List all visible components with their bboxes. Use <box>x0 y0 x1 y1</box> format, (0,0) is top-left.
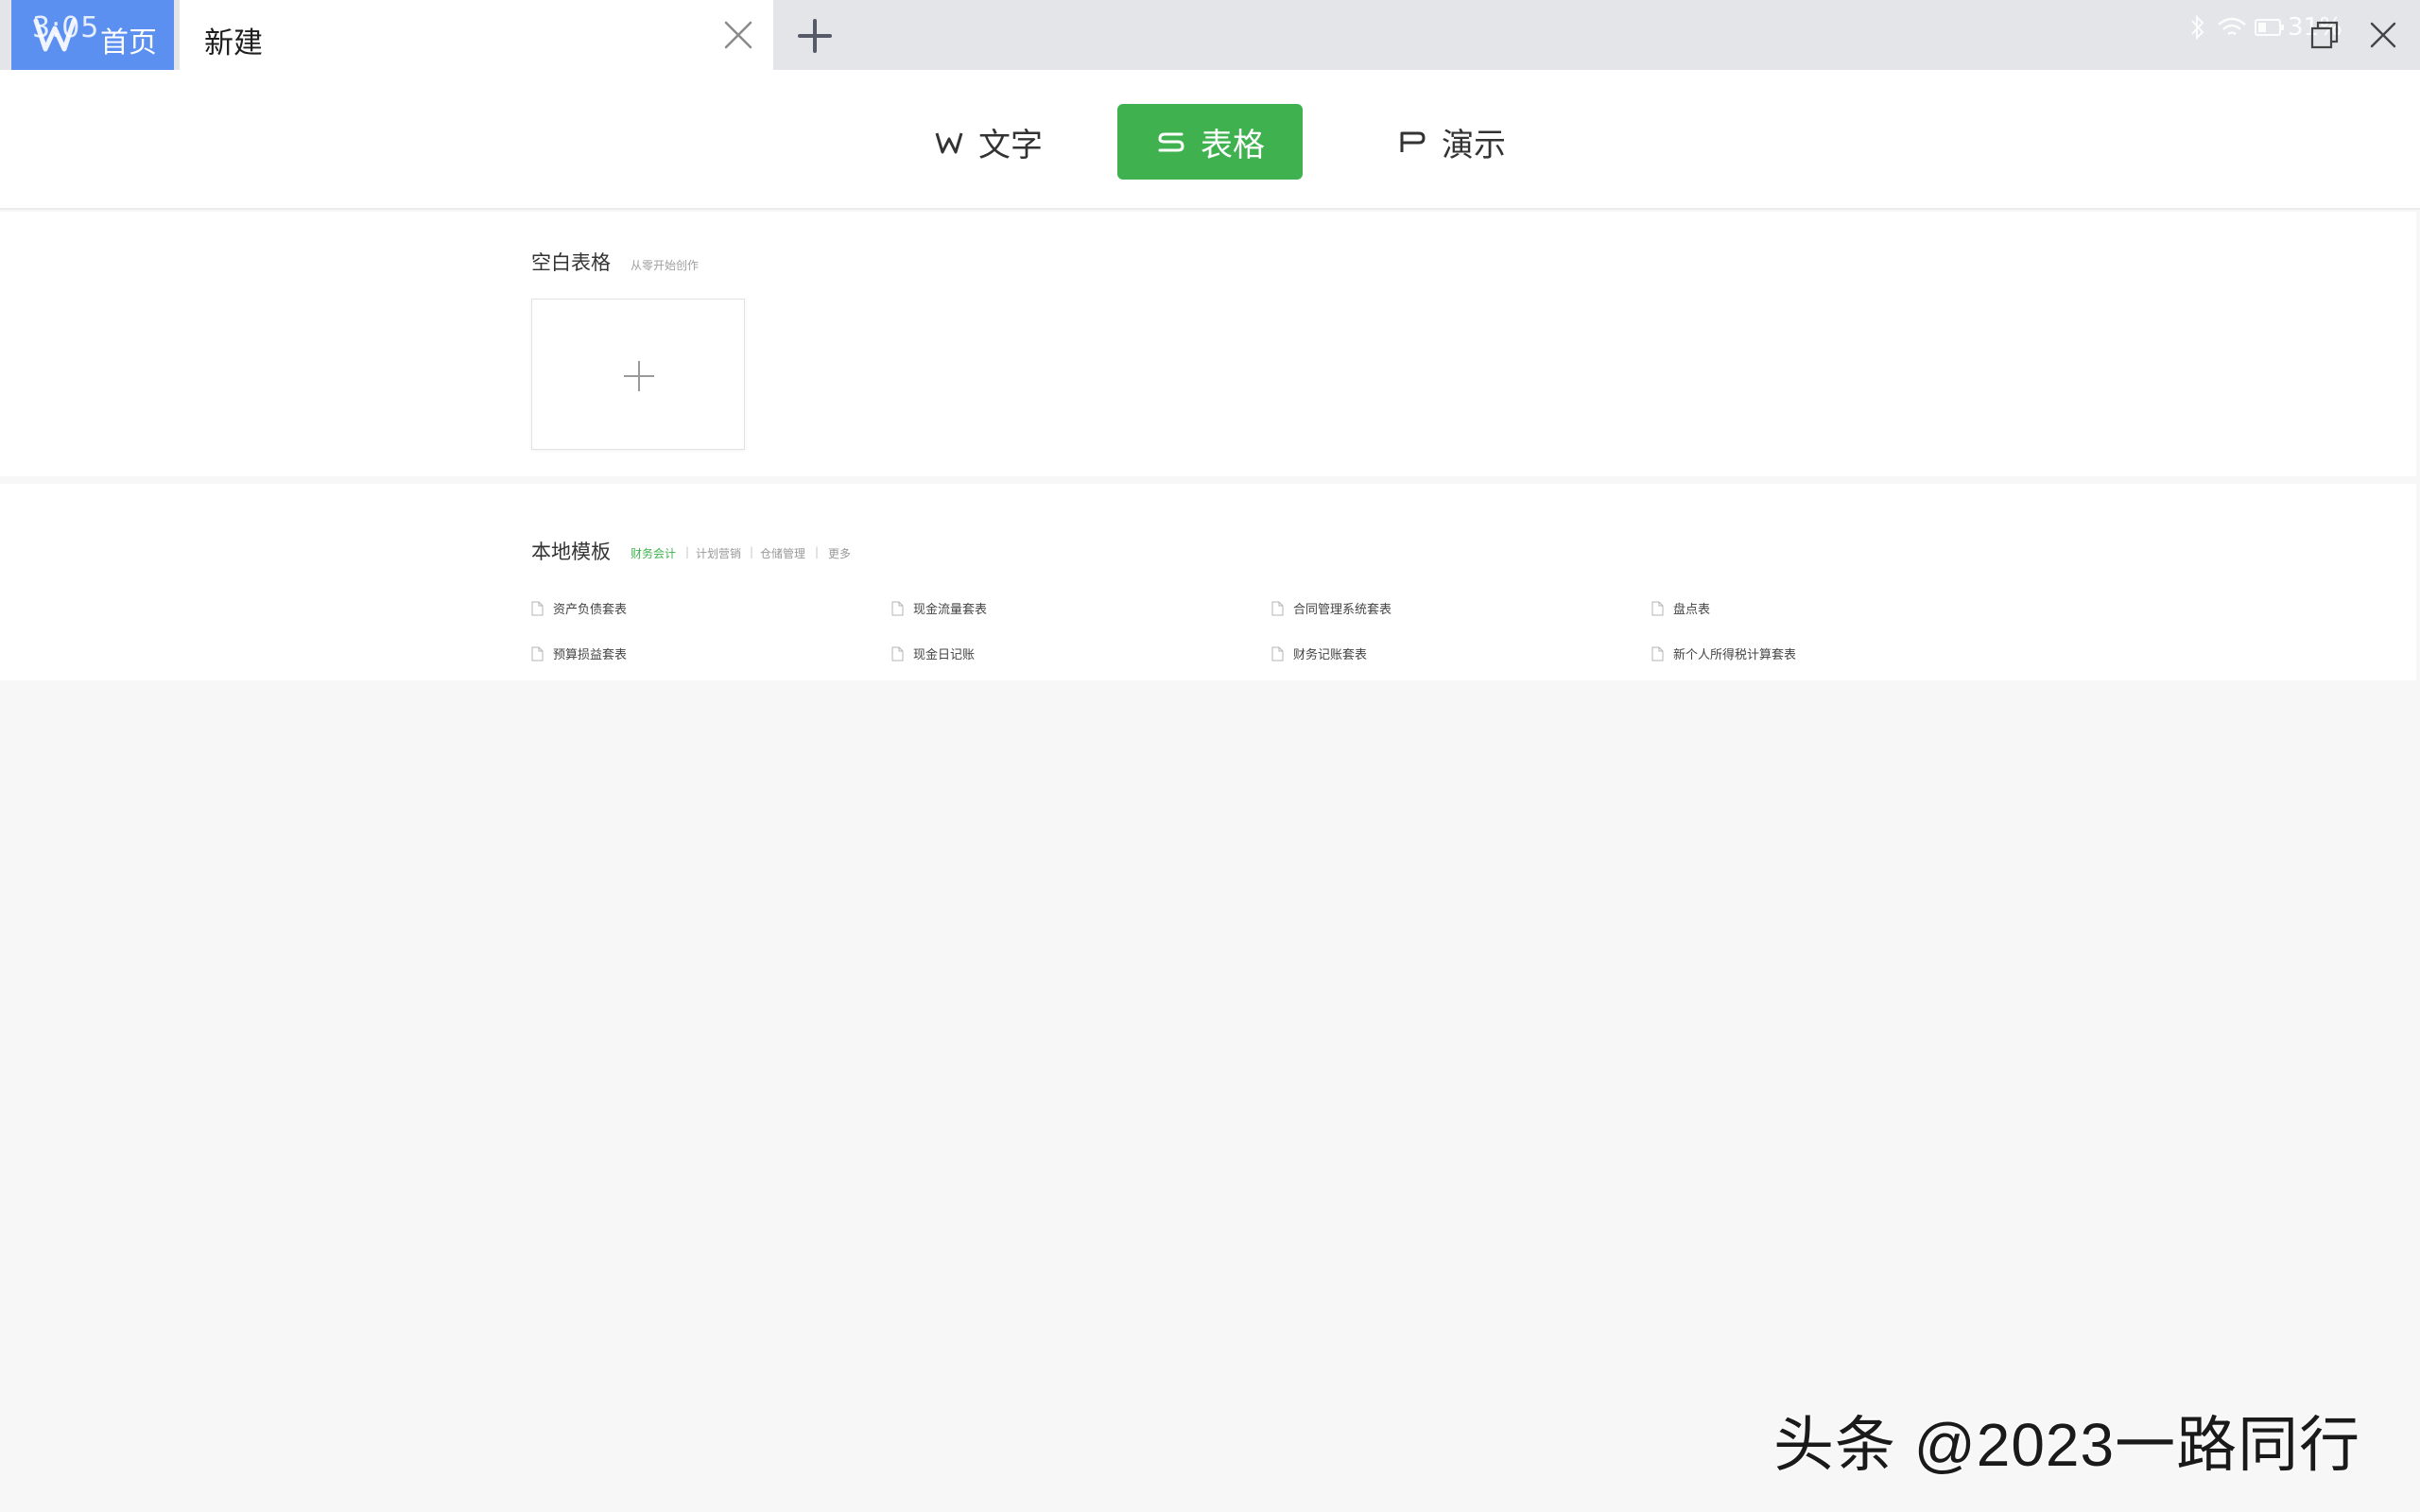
category-separator: | <box>815 545 820 558</box>
battery-icon <box>2255 19 2284 36</box>
bluetooth-icon <box>2191 14 2204 41</box>
file-icon <box>531 601 544 615</box>
app-root: 3:05 首页 新建 31% 文字 表格 演示 空白表格 从零开始创作 本地模板… <box>0 0 2420 1512</box>
blank-section-title: 空白表格 <box>531 251 611 274</box>
templates-section: 本地模板 财务会计 | 计划营销 | 仓储管理 | 更多 资产负债套表 现金流量… <box>0 484 2416 680</box>
close-tab-icon[interactable] <box>720 17 756 53</box>
template-item[interactable]: 新个人所得税计算套表 <box>1651 644 1796 662</box>
file-icon <box>531 646 544 661</box>
doc-type-spreadsheet[interactable]: 表格 <box>1117 104 1303 180</box>
doc-type-writer[interactable]: 文字 <box>908 104 1068 180</box>
template-item[interactable]: 现金流量套表 <box>891 599 987 617</box>
doc-type-presentation-label: 演示 <box>1442 126 1506 164</box>
tab-bar: 3:05 首页 新建 31% <box>0 0 2420 70</box>
blank-section-subtitle: 从零开始创作 <box>631 259 700 272</box>
doc-type-spreadsheet-label: 表格 <box>1201 126 1265 164</box>
doc-type-writer-label: 文字 <box>978 126 1043 164</box>
template-item-label: 预算损益套表 <box>553 648 628 662</box>
template-item-label: 盘点表 <box>1673 603 1711 617</box>
file-icon <box>1651 646 1664 661</box>
template-item[interactable]: 合同管理系统套表 <box>1271 599 1392 617</box>
template-item[interactable]: 资产负债套表 <box>531 599 627 617</box>
file-icon <box>891 601 904 615</box>
file-icon <box>1271 601 1284 615</box>
add-tab-icon[interactable] <box>794 15 836 57</box>
file-icon <box>891 646 904 661</box>
category-finance[interactable]: 财务会计 <box>631 545 676 561</box>
template-item[interactable]: 财务记账套表 <box>1271 644 1367 662</box>
template-item[interactable]: 预算损益套表 <box>531 644 627 662</box>
restore-window-icon[interactable] <box>2308 19 2341 51</box>
file-icon <box>1271 646 1284 661</box>
template-item[interactable]: 盘点表 <box>1651 599 1710 617</box>
template-item-label: 合同管理系统套表 <box>1293 603 1392 617</box>
wifi-icon <box>2218 17 2246 36</box>
doc-type-presentation[interactable]: 演示 <box>1371 104 1531 180</box>
file-icon <box>1651 601 1664 615</box>
templates-section-title: 本地模板 <box>531 541 611 563</box>
template-item-label: 新个人所得税计算套表 <box>1673 648 1797 662</box>
template-item-label: 现金流量套表 <box>913 603 988 617</box>
category-warehouse[interactable]: 仓储管理 <box>760 545 805 561</box>
template-item-label: 资产负债套表 <box>553 603 628 617</box>
category-separator: | <box>750 545 754 558</box>
clock-time: 3:05 <box>32 11 100 44</box>
category-marketing[interactable]: 计划营销 <box>696 545 741 561</box>
writer-icon <box>935 132 963 154</box>
watermark-text: 头条 @2023一路同行 <box>1773 1411 2361 1479</box>
template-item-label: 财务记账套表 <box>1293 648 1368 662</box>
tab-new-label: 新建 <box>204 26 263 60</box>
close-window-icon[interactable] <box>2367 19 2399 51</box>
new-blank-spreadsheet-button[interactable] <box>531 299 745 450</box>
tab-home-label: 首页 <box>100 26 157 60</box>
presentation-icon <box>1400 131 1426 152</box>
spreadsheet-icon <box>1158 132 1184 152</box>
system-status: 31% <box>2189 0 2397 70</box>
category-more[interactable]: 更多 <box>828 545 851 561</box>
plus-icon <box>624 361 654 391</box>
tab-home[interactable]: 3:05 首页 <box>11 0 174 70</box>
blank-section: 空白表格 从零开始创作 <box>0 212 2416 476</box>
template-item[interactable]: 现金日记账 <box>891 644 975 662</box>
template-item-label: 现金日记账 <box>913 648 976 662</box>
doc-type-bar: 文字 表格 演示 <box>0 70 2420 210</box>
tab-new[interactable]: 新建 <box>180 0 773 70</box>
category-separator: | <box>685 545 690 558</box>
